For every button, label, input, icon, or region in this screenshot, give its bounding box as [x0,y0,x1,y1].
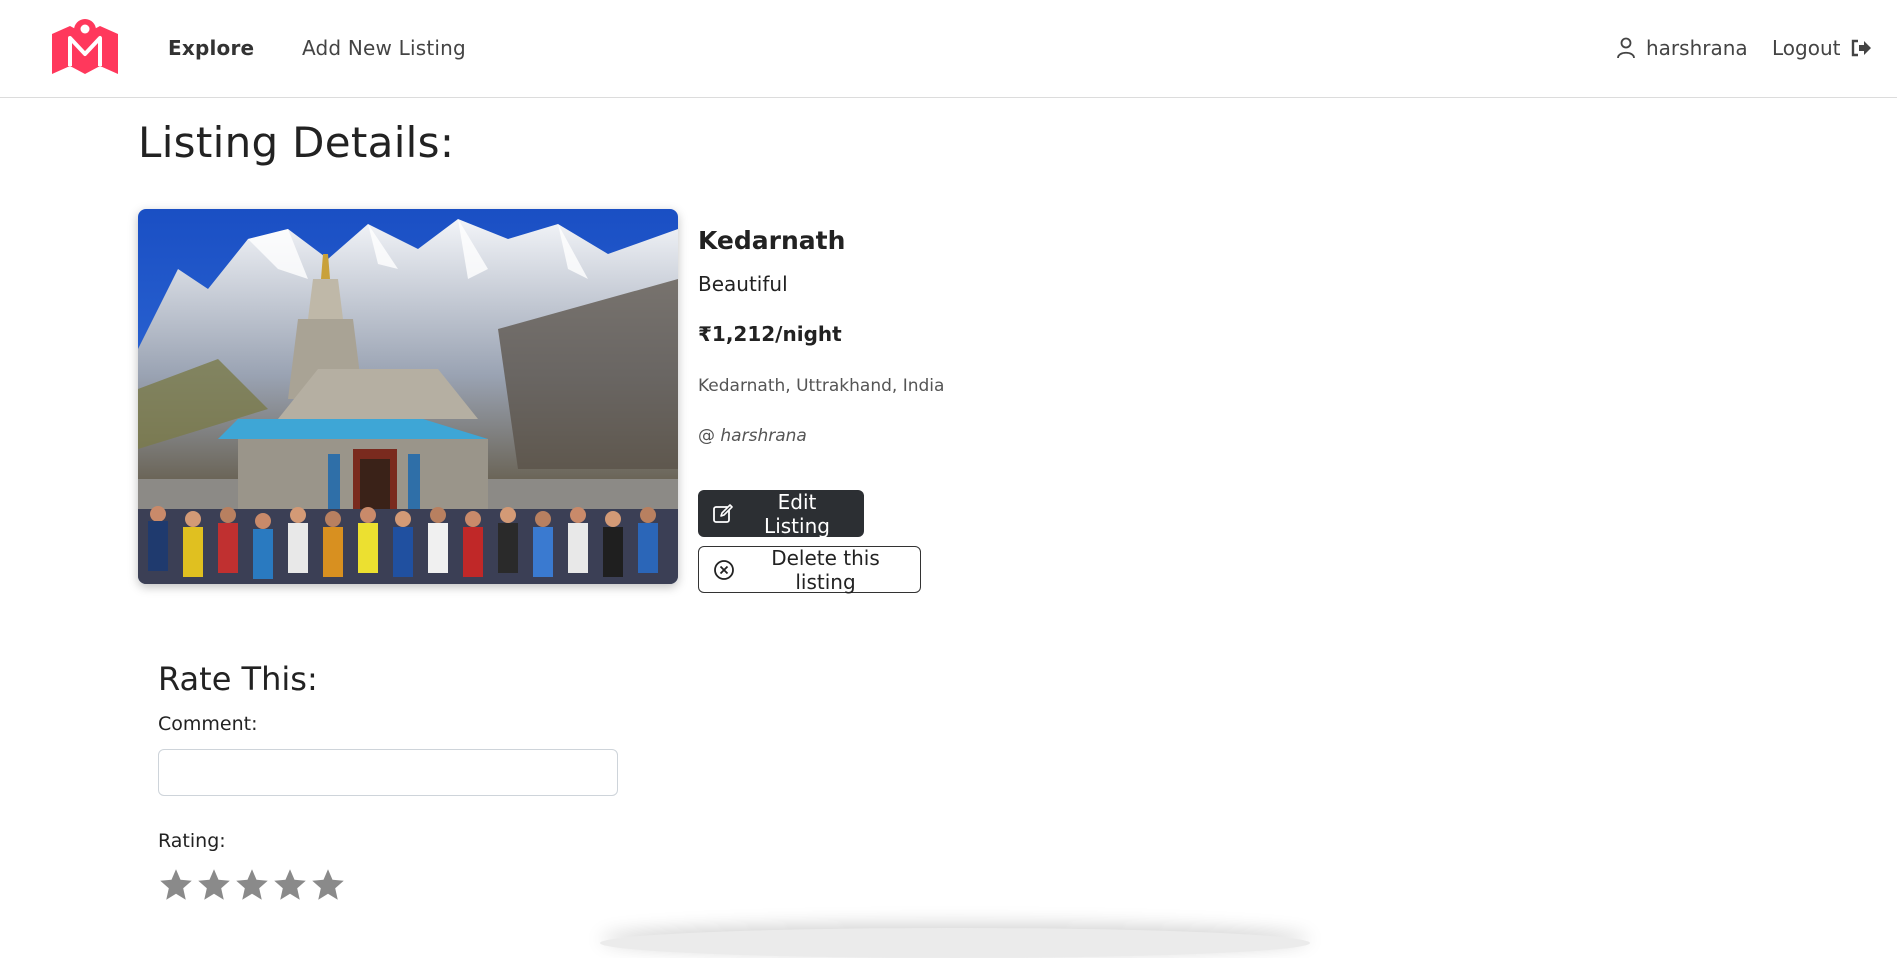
listing-owner: @ harshrana [698,426,807,446]
star-icon[interactable] [158,866,194,904]
page-title: Listing Details: [138,118,455,167]
nav-explore-link[interactable]: Explore [168,36,254,60]
listing-description: Beautiful [698,272,788,296]
edit-listing-label: Edit Listing [764,489,830,538]
owner-prefix: @ [698,426,715,446]
floating-panel-edge [600,928,1310,958]
listing-image [138,209,678,584]
logout-link[interactable]: Logout [1772,36,1872,60]
close-circle-icon [713,559,735,581]
nav-username: harshrana [1646,36,1748,60]
logout-icon [1850,38,1872,58]
listing-location: Kedarnath, Uttrakhand, India [698,376,945,396]
navbar: Explore Add New Listing harshrana Logout [0,0,1897,98]
comment-input[interactable] [158,749,618,796]
star-icon[interactable] [196,866,232,904]
user-icon [1616,37,1636,59]
rating-stars [158,866,346,904]
star-icon[interactable] [234,866,270,904]
edit-listing-button[interactable]: Edit Listing [698,489,864,538]
delete-listing-button[interactable]: Delete this listing [698,545,921,594]
star-icon[interactable] [272,866,308,904]
nav-add-listing-link[interactable]: Add New Listing [302,36,466,60]
listing-price: ₹1,212/night [698,322,842,346]
logo-icon[interactable] [50,16,120,78]
owner-name: harshrana [720,426,807,446]
edit-icon [712,503,734,525]
listing-title: Kedarnath [698,226,846,255]
comment-label: Comment: [158,713,258,735]
nav-user[interactable]: harshrana [1616,36,1748,60]
rating-label: Rating: [158,830,226,852]
review-heading: Rate This: [158,660,318,698]
delete-listing-label: Delete this listing [771,545,880,594]
star-icon[interactable] [310,866,346,904]
logout-label: Logout [1772,36,1841,60]
